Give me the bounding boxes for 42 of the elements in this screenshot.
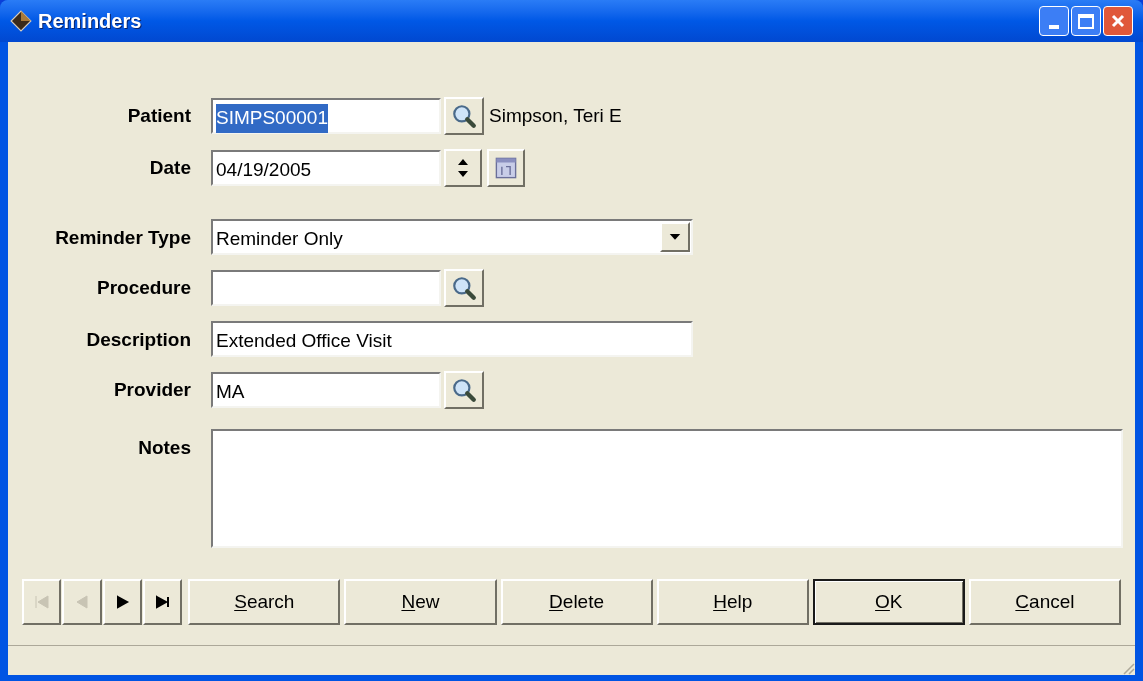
- maximize-button[interactable]: [1071, 6, 1101, 36]
- caret-icon: [669, 233, 681, 241]
- last-record-icon: [153, 593, 172, 611]
- close-icon: [1110, 13, 1126, 29]
- field-label: Notes: [137, 436, 191, 460]
- field-label: Reminder Type: [54, 226, 191, 250]
- input-field[interactable]: MA: [211, 372, 441, 408]
- input-field[interactable]: SIMPS00001: [211, 98, 441, 134]
- resize-grip-icon[interactable]: [1121, 661, 1135, 675]
- calendar-button[interactable]: [487, 149, 525, 187]
- dialog-button[interactable]: Cancel: [968, 579, 1121, 625]
- patient-name: Simpson, Teri E: [489, 103, 622, 128]
- dialog-button[interactable]: Search: [188, 579, 341, 625]
- search-icon: [451, 275, 477, 301]
- dialog-button[interactable]: New: [344, 579, 497, 625]
- search-button[interactable]: [444, 371, 484, 409]
- dropdown-field[interactable]: Reminder Only: [211, 219, 693, 255]
- search-button[interactable]: [444, 97, 484, 135]
- record-nav-button[interactable]: [102, 579, 142, 625]
- close-button[interactable]: [1103, 6, 1133, 36]
- first-record-icon: [32, 593, 51, 611]
- window-title: Reminders: [38, 9, 142, 34]
- calendar-icon: [495, 157, 517, 179]
- field-label: Date: [148, 156, 191, 180]
- field-label: Description: [85, 328, 191, 352]
- spin-button[interactable]: [444, 149, 482, 187]
- dialog-button[interactable]: OK: [812, 579, 965, 625]
- input-field[interactable]: 04/19/2005: [211, 150, 441, 186]
- search-icon: [451, 103, 477, 129]
- field-label: Patient: [126, 104, 191, 128]
- record-nav-button[interactable]: [142, 579, 183, 625]
- minimize-button[interactable]: [1039, 6, 1069, 36]
- field-label: Procedure: [96, 276, 191, 300]
- search-icon: [451, 377, 477, 403]
- app-logo-icon: [10, 10, 32, 32]
- field-label: Provider: [112, 378, 191, 402]
- dialog-button[interactable]: Delete: [500, 579, 653, 625]
- dialog-button[interactable]: Help: [656, 579, 809, 625]
- input-field[interactable]: Extended Office Visit: [211, 321, 693, 357]
- notes-field[interactable]: [211, 429, 1123, 548]
- input-field[interactable]: [211, 270, 441, 306]
- search-button[interactable]: [444, 269, 484, 307]
